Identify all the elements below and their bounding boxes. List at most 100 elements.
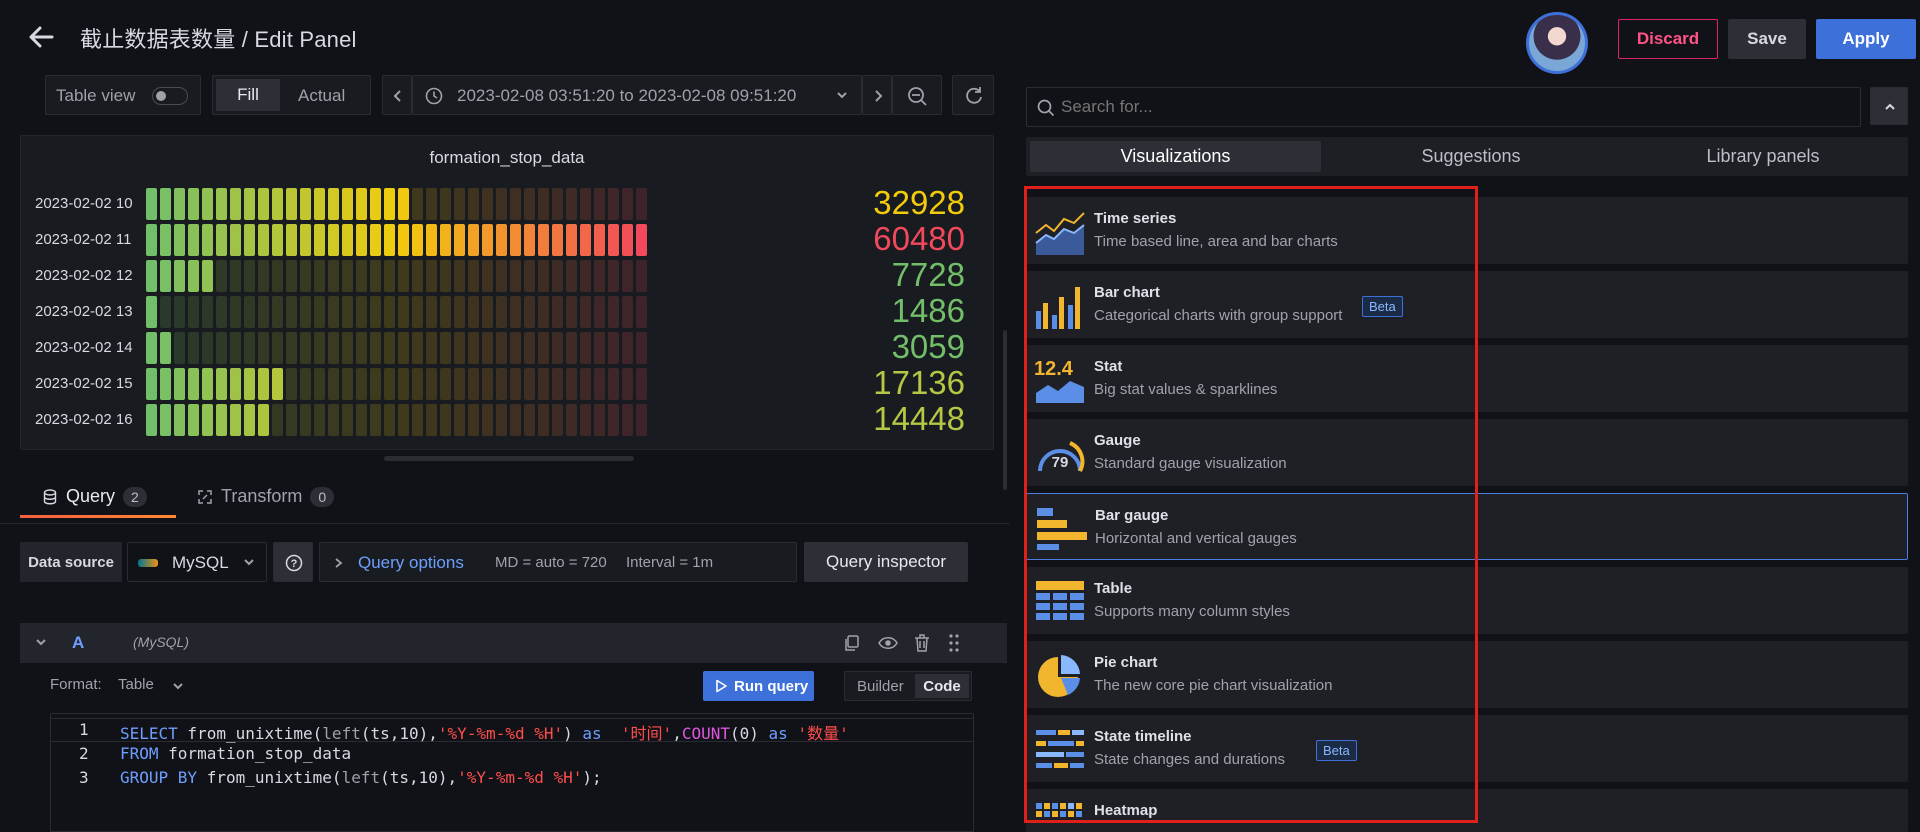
bar-gauge-cell xyxy=(398,260,409,292)
code-option[interactable]: Code xyxy=(915,674,969,698)
bar-gauge-cell xyxy=(328,260,339,292)
bar-gauge-row-value: 32928 xyxy=(873,184,965,221)
query-inspector-button[interactable]: Query inspector xyxy=(804,542,968,582)
run-query-button[interactable]: Run query xyxy=(703,671,814,701)
bar-gauge-cell xyxy=(384,224,395,256)
time-range-picker[interactable]: 2023-02-08 03:51:20 to 2023-02-08 09:51:… xyxy=(412,75,862,115)
query-options-label: Query options xyxy=(358,553,464,572)
tab-query[interactable]: Query 2 xyxy=(42,486,147,507)
bar-gauge-cell xyxy=(146,404,157,436)
pane-splitter[interactable] xyxy=(1003,330,1007,490)
bar-gauge-cell xyxy=(538,260,549,292)
format-select[interactable]: Table xyxy=(118,676,154,693)
bar-gauge-cells xyxy=(146,296,647,328)
bar-gauge-cell xyxy=(342,260,353,292)
chevron-down-icon xyxy=(173,683,183,690)
bar-gauge-cell xyxy=(524,296,535,328)
query-options-bar[interactable]: Query options MD = auto = 720 Interval =… xyxy=(319,542,797,582)
bar-gauge-cell xyxy=(356,332,367,364)
bar-gauge-cell xyxy=(286,260,297,292)
bar-gauge-cell xyxy=(622,368,633,400)
search-input[interactable] xyxy=(1061,95,1841,119)
drag-handle-icon[interactable] xyxy=(948,633,960,653)
bar-gauge-cell xyxy=(468,260,479,292)
bar-gauge-cell xyxy=(230,404,241,436)
fill-option[interactable]: Fill xyxy=(216,79,280,111)
bar-gauge-cell xyxy=(496,224,507,256)
eye-icon[interactable] xyxy=(878,634,898,652)
bar-gauge-cell xyxy=(370,332,381,364)
collapse-chevron-icon[interactable] xyxy=(34,637,48,649)
discard-button[interactable]: Discard xyxy=(1618,19,1718,59)
builder-option[interactable]: Builder xyxy=(857,678,904,695)
format-label: Format: xyxy=(50,676,102,693)
actual-option[interactable]: Actual xyxy=(298,86,345,106)
bar-gauge-cell xyxy=(622,332,633,364)
zoom-out-button[interactable] xyxy=(892,75,942,115)
datasource-help-button[interactable]: ? xyxy=(273,542,313,582)
interval-text: Interval = 1m xyxy=(626,554,714,571)
code-token: '%Y-%m-%d %H' xyxy=(457,768,583,787)
bar-gauge-cell xyxy=(174,332,185,364)
svg-text:?: ? xyxy=(291,558,298,570)
tab-library-panels[interactable]: Library panels xyxy=(1618,137,1908,176)
bar-gauge-cell xyxy=(538,404,549,436)
table-view-toggle-group: Table view xyxy=(45,75,201,115)
bar-gauge-cell xyxy=(272,260,283,292)
tab-visualizations[interactable]: Visualizations xyxy=(1030,141,1321,172)
bar-gauge-cell xyxy=(510,404,521,436)
bar-gauge-cell xyxy=(188,188,199,220)
apply-button[interactable]: Apply xyxy=(1816,19,1916,59)
collapse-picker-button[interactable] xyxy=(1870,87,1908,125)
bar-gauge-cell xyxy=(244,188,255,220)
search-box[interactable] xyxy=(1026,87,1861,127)
bar-gauge-cell xyxy=(538,188,549,220)
bar-gauge-cell xyxy=(510,368,521,400)
time-range-text: 2023-02-08 03:51:20 to 2023-02-08 09:51:… xyxy=(457,86,797,105)
bar-gauge-cell xyxy=(468,368,479,400)
bar-gauge-cell xyxy=(188,296,199,328)
bar-gauge-cell xyxy=(426,404,437,436)
bar-gauge-cell xyxy=(188,224,199,256)
bar-gauge-cell xyxy=(160,296,171,328)
bar-gauge-cell xyxy=(496,368,507,400)
tab-transform[interactable]: Transform 0 xyxy=(197,486,335,507)
query-ref-id[interactable]: A xyxy=(72,633,84,653)
time-forward-button[interactable] xyxy=(862,75,892,115)
bar-gauge-cell xyxy=(440,224,451,256)
bar-gauge-cell xyxy=(510,296,521,328)
time-back-button[interactable] xyxy=(382,75,412,115)
bar-gauge-cell xyxy=(398,332,409,364)
bar-gauge-cell xyxy=(440,368,451,400)
duplicate-icon[interactable] xyxy=(843,634,861,652)
bar-gauge-cell xyxy=(468,332,479,364)
bar-gauge-cell xyxy=(552,404,563,436)
refresh-button[interactable] xyxy=(952,75,994,115)
bar-gauge-cell xyxy=(454,260,465,292)
bar-gauge-cell xyxy=(230,188,241,220)
clock-icon xyxy=(425,87,443,105)
code-token: (ts,10), xyxy=(380,768,458,787)
table-view-switch[interactable] xyxy=(152,87,188,105)
trash-icon[interactable] xyxy=(913,633,931,653)
bar-gauge-cell xyxy=(300,404,311,436)
zoom-out-icon xyxy=(908,87,927,106)
panel-resize-handle[interactable] xyxy=(384,456,634,461)
tab-query-label: Query xyxy=(66,486,116,506)
sql-code-editor[interactable]: 1 SELECT from_unixtime(left(ts,10),'%Y-%m… xyxy=(50,713,974,832)
bar-gauge-cell xyxy=(174,188,185,220)
code-text: FROM formation_stop_data xyxy=(120,744,351,763)
bar-gauge-cell xyxy=(314,296,325,328)
bar-gauge-cell xyxy=(580,404,591,436)
bar-gauge-cell xyxy=(356,368,367,400)
save-button[interactable]: Save xyxy=(1728,19,1806,59)
bar-gauge-cell xyxy=(454,224,465,256)
bar-gauge-cell xyxy=(272,188,283,220)
datasource-picker[interactable]: MySQL xyxy=(127,542,267,582)
tab-suggestions[interactable]: Suggestions xyxy=(1326,137,1616,176)
bar-gauge-cell xyxy=(398,224,409,256)
avatar[interactable] xyxy=(1526,12,1588,74)
back-arrow-icon[interactable] xyxy=(26,22,56,52)
bar-gauge-cell xyxy=(216,296,227,328)
bar-gauge-cell xyxy=(314,224,325,256)
